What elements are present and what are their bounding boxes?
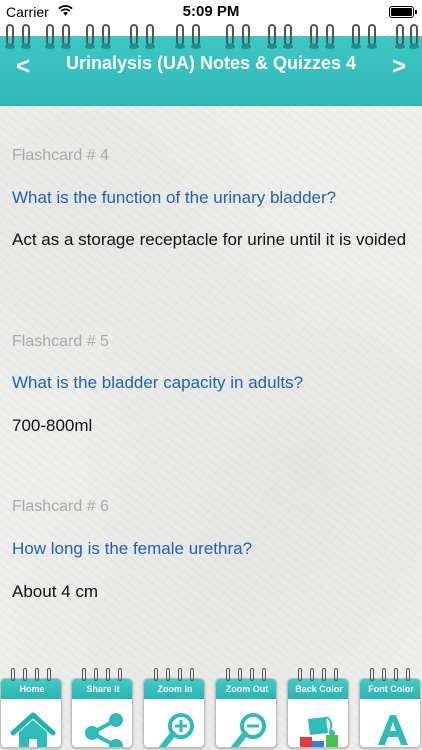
flashcard-question: How long is the female urethra? bbox=[12, 539, 253, 558]
ring-icon bbox=[367, 24, 377, 49]
tool-pad: Font Color bbox=[359, 678, 421, 748]
home-icon bbox=[10, 712, 56, 747]
tool-label: Home bbox=[1, 679, 61, 699]
zoom-out-icon bbox=[230, 713, 266, 747]
ring-icon bbox=[145, 24, 155, 49]
ring-icon bbox=[85, 24, 95, 49]
flashcard-answer: Act as a storage receptacle for urine un… bbox=[12, 230, 407, 249]
status-bar: Carrier 5:09 PM bbox=[0, 0, 422, 24]
ring-icon bbox=[395, 24, 405, 49]
share-button[interactable]: Share it bbox=[70, 668, 134, 748]
spiral-rings bbox=[0, 24, 422, 54]
tool-label: Share it bbox=[72, 679, 132, 699]
tool-label: Zoom Out bbox=[216, 679, 276, 699]
flashcard-number: Flashcard # 4 bbox=[12, 147, 109, 164]
zoom-in-button[interactable]: Zoom In bbox=[142, 668, 206, 748]
ring-icon bbox=[101, 24, 111, 49]
tool-pad: Back Color bbox=[287, 678, 349, 748]
ring-icon bbox=[225, 24, 235, 49]
paint-bucket-icon bbox=[300, 716, 338, 747]
home-button[interactable]: Home bbox=[0, 668, 63, 748]
ring-icon bbox=[21, 24, 31, 49]
ring-icon bbox=[129, 24, 139, 49]
tool-pad: Share it bbox=[71, 678, 133, 748]
ring-icon bbox=[61, 24, 71, 49]
battery-icon bbox=[389, 6, 417, 18]
zoom-out-button[interactable]: Zoom Out bbox=[214, 668, 278, 748]
spiral-rings bbox=[0, 668, 63, 682]
zoom-in-icon bbox=[158, 713, 194, 747]
ring-icon bbox=[45, 24, 55, 49]
spiral-rings bbox=[142, 668, 206, 682]
ring-icon bbox=[267, 24, 277, 49]
ring-icon bbox=[351, 24, 361, 49]
clock: 5:09 PM bbox=[182, 3, 240, 20]
tool-pad: Zoom In bbox=[143, 678, 205, 748]
ring-icon bbox=[309, 24, 319, 49]
ring-icon bbox=[241, 24, 251, 49]
tool-label: Font Color bbox=[360, 679, 420, 699]
ring-icon bbox=[175, 24, 185, 49]
back-color-button[interactable]: Back Color bbox=[286, 668, 350, 748]
tool-label: Back Color bbox=[288, 679, 348, 699]
bottom-toolbar: Home Share it Zoom In Zoom Out Back Colo… bbox=[0, 666, 422, 750]
flashcard-question: What is the bladder capacity in adults? bbox=[12, 373, 304, 392]
flashcard-list[interactable]: Flashcard # 4 What is the function of th… bbox=[0, 106, 422, 666]
ring-icon bbox=[5, 24, 15, 49]
header: < Urinalysis (UA) Notes & Quizzes 4 > bbox=[0, 24, 422, 106]
font-color-icon bbox=[378, 715, 408, 745]
tool-pad: Home bbox=[0, 678, 62, 748]
tool-label: Zoom In bbox=[144, 679, 204, 699]
ring-icon bbox=[409, 24, 419, 49]
flashcard-number: Flashcard # 5 bbox=[12, 333, 109, 350]
flashcard-answer: About 4 cm bbox=[12, 582, 98, 601]
page-title: Urinalysis (UA) Notes & Quizzes 4 bbox=[65, 53, 357, 73]
spiral-rings bbox=[286, 668, 350, 682]
share-icon bbox=[85, 713, 123, 747]
flashcard-question: What is the function of the urinary blad… bbox=[12, 188, 337, 207]
next-button[interactable]: > bbox=[384, 52, 414, 82]
ring-icon bbox=[283, 24, 293, 49]
ring-icon bbox=[325, 24, 335, 49]
flashcard-answer: 700-800ml bbox=[12, 416, 93, 435]
tool-pad: Zoom Out bbox=[215, 678, 277, 748]
ring-icon bbox=[191, 24, 201, 49]
spiral-rings bbox=[358, 668, 422, 682]
previous-button[interactable]: < bbox=[8, 52, 38, 82]
spiral-rings bbox=[214, 668, 278, 682]
flashcard-number: Flashcard # 6 bbox=[12, 498, 109, 515]
font-color-button[interactable]: Font Color bbox=[358, 668, 422, 748]
spiral-rings bbox=[70, 668, 134, 682]
